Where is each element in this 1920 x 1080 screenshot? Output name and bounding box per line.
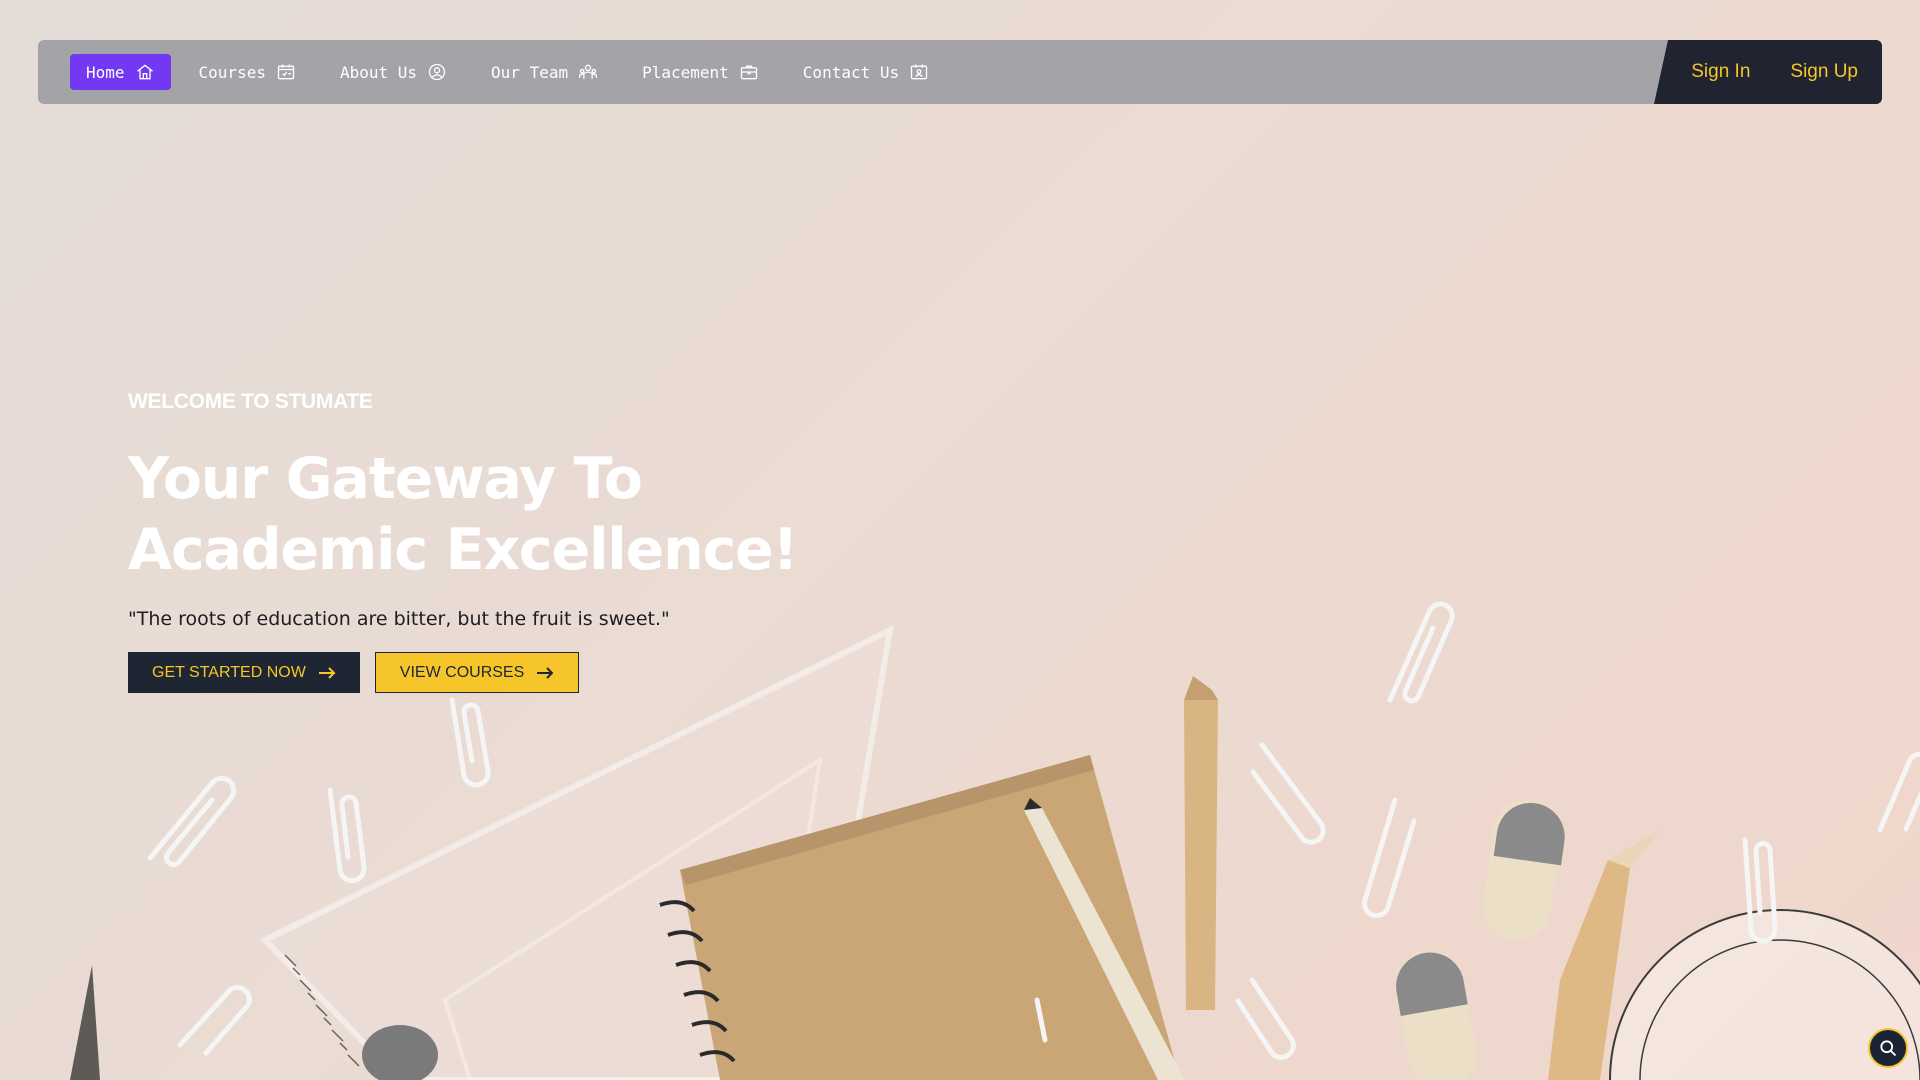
nav-item-courses[interactable]: Courses <box>183 54 312 90</box>
arrow-right-icon <box>537 666 554 679</box>
nav-item-label: Home <box>86 62 125 82</box>
nav-item-placement[interactable]: Placement <box>626 54 775 90</box>
hero-headline-line-1: Your Gateway To <box>128 446 643 512</box>
calendar-check-icon <box>276 62 296 82</box>
home-icon <box>135 62 155 82</box>
nav-item-home[interactable]: Home <box>70 54 171 90</box>
search-icon <box>1880 1040 1897 1057</box>
search-button[interactable] <box>1868 1028 1908 1068</box>
view-courses-button-label: VIEW COURSES <box>399 663 525 681</box>
nav-list: Home Courses About Us Our Team Placement <box>38 40 957 104</box>
hero-buttons: GET STARTED NOW VIEW COURSES <box>128 652 828 693</box>
nav-item-about-us[interactable]: About Us <box>324 54 463 90</box>
nav-item-label: Our Team <box>491 62 569 82</box>
arrow-right-icon <box>318 666 336 679</box>
nav-item-our-team[interactable]: Our Team <box>475 54 614 90</box>
hero-quote: "The roots of education are bitter, but … <box>128 608 670 630</box>
auth-panel: Sign In Sign Up <box>1654 40 1882 104</box>
get-started-button-label: GET STARTED NOW <box>152 663 306 681</box>
hero-headline: Your Gateway To Academic Excellence! <box>128 444 828 586</box>
hero-eyebrow: WELCOME TO STUMATE <box>128 390 373 413</box>
hero-headline-line-2: Academic Excellence! <box>128 517 798 583</box>
hero-section: WELCOME TO STUMATE Your Gateway To Acade… <box>128 390 828 693</box>
contact-card-icon <box>909 62 929 82</box>
user-circle-icon <box>427 62 447 82</box>
get-started-button[interactable]: GET STARTED NOW <box>128 652 360 693</box>
view-courses-button[interactable]: VIEW COURSES <box>374 652 580 693</box>
briefcase-icon <box>739 62 759 82</box>
sign-up-link[interactable]: Sign Up <box>1790 61 1858 83</box>
team-icon <box>578 62 598 82</box>
nav-item-label: Placement <box>642 62 729 82</box>
sign-in-link[interactable]: Sign In <box>1691 61 1750 83</box>
nav-item-label: About Us <box>339 62 418 82</box>
main-navbar: Home Courses About Us Our Team Placement <box>38 40 1882 104</box>
nav-item-label: Courses <box>198 62 266 82</box>
nav-item-label: Contact Us <box>802 62 900 82</box>
nav-item-contact-us[interactable]: Contact Us <box>787 54 945 90</box>
